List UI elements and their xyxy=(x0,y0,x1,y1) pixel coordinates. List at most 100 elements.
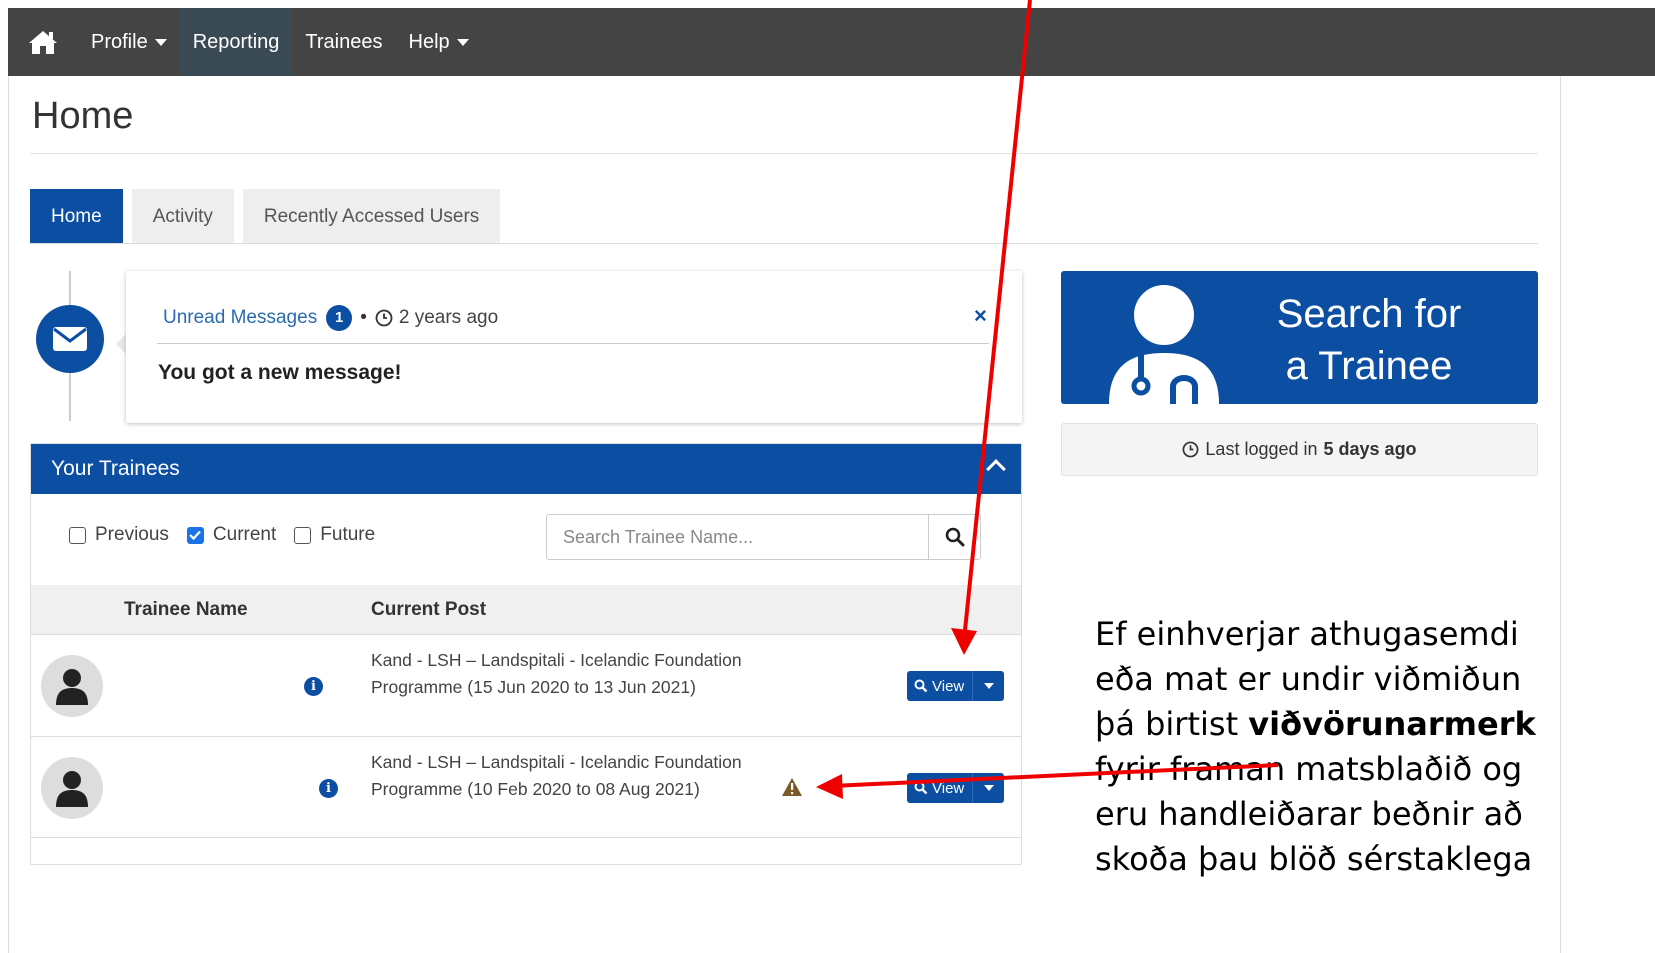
unread-count-badge: 1 xyxy=(326,305,353,331)
filter-current[interactable]: Current xyxy=(186,524,277,546)
future-checkbox[interactable] xyxy=(294,526,312,544)
annotation-line: fyrir framan matsblaðið og xyxy=(1095,750,1523,788)
info-icon[interactable]: i xyxy=(319,779,338,798)
annotation-line: Ef einhverjar athugasemdi xyxy=(1095,615,1519,653)
top-strip xyxy=(0,0,1655,8)
view-dropdown-toggle[interactable] xyxy=(972,773,1005,803)
search-card-line1: Search for xyxy=(1276,292,1462,336)
filter-current-label: Current xyxy=(212,524,277,545)
tab-activity[interactable]: Activity xyxy=(131,189,234,244)
view-button-label: View xyxy=(932,779,965,797)
nav-help[interactable]: Help xyxy=(396,8,482,76)
page-right-border xyxy=(1560,76,1561,953)
separator-dot: • xyxy=(360,307,367,328)
table-bottom-rule xyxy=(31,837,1021,838)
current-post-text: Kand - LSH – Landspitali - Icelandic Fou… xyxy=(371,752,742,799)
search-icon xyxy=(914,781,928,795)
nav-trainees-label: Trainees xyxy=(305,30,383,53)
message-divider xyxy=(157,343,989,344)
tab-home[interactable]: Home xyxy=(30,189,123,244)
caret-down-icon xyxy=(456,38,469,46)
top-navbar: Profile Reporting Trainees Help xyxy=(8,8,1655,76)
nav-profile[interactable]: Profile xyxy=(78,8,180,76)
view-button-group: View xyxy=(907,773,1005,803)
caret-down-icon xyxy=(983,785,994,791)
message-time: 2 years ago xyxy=(398,307,499,328)
view-dropdown-toggle[interactable] xyxy=(972,671,1005,701)
filter-future[interactable]: Future xyxy=(294,524,375,546)
filter-future-label: Future xyxy=(320,524,376,545)
annotation-line: skoða þau blöð sérstaklega xyxy=(1095,840,1533,878)
annotation-line: eru handleiðarar beðnir að xyxy=(1095,795,1523,833)
tab-recently-accessed-users[interactable]: Recently Accessed Users xyxy=(242,189,501,244)
table-row: i Kand - LSH – Landspitali - Icelandic F… xyxy=(31,634,1021,736)
page-title: Home xyxy=(32,95,134,137)
home-tabs: Home Activity Recently Accessed Users xyxy=(30,189,509,244)
tabs-divider xyxy=(30,243,1538,244)
user-icon xyxy=(56,771,88,807)
home-nav-button[interactable] xyxy=(8,8,78,76)
title-divider xyxy=(30,153,1538,154)
annotation-bold-word: viðvörunarmerk xyxy=(1248,705,1536,743)
last-logged-in-box: Last logged in 5 days ago xyxy=(1061,423,1538,476)
trainee-search xyxy=(546,514,981,560)
timeline-message-badge xyxy=(36,305,104,373)
info-icon[interactable]: i xyxy=(304,677,323,696)
home-icon xyxy=(29,31,57,54)
page-left-border xyxy=(8,76,9,953)
search-for-trainee-card[interactable]: Search for a Trainee xyxy=(1061,271,1538,404)
caret-down-icon xyxy=(983,683,994,689)
search-button[interactable] xyxy=(928,515,980,559)
clock-icon xyxy=(1182,441,1199,458)
message-pointer xyxy=(116,334,126,354)
filter-previous[interactable]: Previous xyxy=(69,524,169,546)
nav-reporting-label: Reporting xyxy=(192,30,280,53)
search-icon xyxy=(945,527,964,547)
caret-down-icon xyxy=(154,38,167,46)
checkmark-icon xyxy=(189,530,202,540)
last-logged-in-label: Last logged in xyxy=(1205,439,1318,459)
previous-checkbox[interactable] xyxy=(69,526,86,544)
column-trainee-name[interactable]: Trainee Name xyxy=(124,599,248,621)
current-post-text: Kand - LSH – Landspitali - Icelandic Fou… xyxy=(371,650,742,697)
doctor-icon xyxy=(1109,285,1219,404)
annotation-text: Ef einhverjar athugasemdi eða mat er und… xyxy=(1095,612,1555,882)
avatar xyxy=(41,757,103,819)
nav-help-label: Help xyxy=(408,30,450,53)
view-button-label: View xyxy=(932,677,965,695)
user-icon xyxy=(56,669,88,705)
last-logged-in-value: 5 days ago xyxy=(1323,439,1417,459)
warning-icon[interactable] xyxy=(781,777,803,802)
trainee-table-header: Trainee Name Current Post xyxy=(31,585,1021,634)
view-button[interactable]: View xyxy=(907,671,973,701)
message-body: You got a new message! xyxy=(158,361,402,384)
clock-icon xyxy=(375,309,393,327)
chevron-up-icon[interactable] xyxy=(986,459,1006,479)
search-card-line2: a Trainee xyxy=(1285,344,1453,388)
column-current-post[interactable]: Current Post xyxy=(371,599,486,621)
annotation-line-with-bold: þá birtist viðvörunarmerk xyxy=(1095,702,1555,747)
trainee-filters: Previous Current Future xyxy=(69,524,393,546)
nav-reporting[interactable]: Reporting xyxy=(179,8,293,76)
annotation-line: eða mat er undir viðmiðun xyxy=(1095,660,1522,698)
message-card: Unread Messages 1 • 2 years ago × You go… xyxy=(126,271,1022,423)
envelope-icon xyxy=(53,327,87,351)
message-header: Unread Messages 1 • 2 years ago xyxy=(163,305,498,331)
search-card-label: Search for a Trainee xyxy=(1249,288,1489,392)
your-trainees-panel: Your Trainees Previous Current Future Tr xyxy=(30,443,1022,865)
annotation-line: þá birtist xyxy=(1095,705,1249,743)
filter-previous-label: Previous xyxy=(95,524,169,545)
table-row: i Kand - LSH – Landspitali - Icelandic F… xyxy=(31,736,1021,838)
trainee-search-input[interactable] xyxy=(547,515,928,559)
current-checkbox[interactable] xyxy=(186,526,204,544)
nav-profile-label: Profile xyxy=(91,30,148,53)
nav-trainees[interactable]: Trainees xyxy=(292,8,395,76)
unread-messages-link[interactable]: Unread Messages xyxy=(163,307,317,329)
view-button-group: View xyxy=(907,671,1005,701)
view-button[interactable]: View xyxy=(907,773,973,803)
search-icon xyxy=(914,679,928,693)
panel-header[interactable]: Your Trainees xyxy=(31,444,1021,494)
avatar xyxy=(41,655,103,717)
panel-title: Your Trainees xyxy=(51,457,180,480)
close-icon[interactable]: × xyxy=(974,303,987,329)
